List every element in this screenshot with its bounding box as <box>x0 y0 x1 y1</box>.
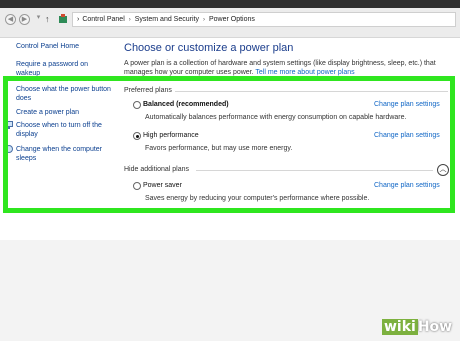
breadcrumb-control-panel[interactable]: Control Panel <box>82 16 124 23</box>
divider <box>196 170 433 171</box>
watermark-wiki: wiki <box>382 319 418 335</box>
plan-name-power-saver[interactable]: Power saver <box>143 182 182 189</box>
power-saver-radio[interactable] <box>133 182 141 190</box>
sidebar-item-create-plan[interactable]: Create a power plan <box>16 108 116 117</box>
preferred-plans-label: Preferred plans <box>124 87 172 94</box>
sleep-icon <box>5 145 13 153</box>
forward-icon[interactable]: ▶ <box>19 14 30 25</box>
sidebar-home-link[interactable]: Control Panel Home <box>16 42 116 51</box>
up-arrow-icon[interactable]: ↑ <box>45 14 50 24</box>
collapse-chevron-icon[interactable]: ︿ <box>437 164 449 176</box>
watermark-how: How <box>417 319 453 335</box>
crumb-separator: › <box>202 16 205 23</box>
wikihow-watermark: wiki How <box>382 319 452 335</box>
high-performance-radio[interactable] <box>133 132 141 140</box>
sidebar-item-turn-off-display[interactable]: Choose when to turn off the display <box>16 121 116 139</box>
balanced-change-settings-link[interactable]: Change plan settings <box>374 101 440 108</box>
intro-learn-more-link[interactable]: Tell me more about power plans <box>255 69 354 76</box>
control-panel-icon <box>59 14 67 23</box>
plan-name-balanced[interactable]: Balanced (recommended) <box>143 101 229 108</box>
breadcrumb-power-options[interactable]: Power Options <box>209 16 255 23</box>
crumb-separator: › <box>128 16 131 23</box>
address-toolbar: ◀ ▶ ▾ ↑ › Control Panel › System and Sec… <box>0 0 460 38</box>
display-icon <box>5 121 13 129</box>
power-saver-change-settings-link[interactable]: Change plan settings <box>374 182 440 189</box>
high-performance-change-settings-link[interactable]: Change plan settings <box>374 132 440 139</box>
sidebar-item-computer-sleeps[interactable]: Change when the computer sleeps <box>16 145 116 163</box>
plan-desc-power-saver: Saves energy by reducing your computer's… <box>145 195 370 202</box>
address-bar[interactable]: › Control Panel › System and Security › … <box>72 12 456 27</box>
divider <box>175 91 448 92</box>
breadcrumb-system-security[interactable]: System and Security <box>135 16 199 23</box>
sidebar-item-power-button[interactable]: Choose what the power button does <box>16 85 116 103</box>
hide-additional-plans-label[interactable]: Hide additional plans <box>124 166 189 173</box>
sidebar-item-require-password[interactable]: Require a password on wakeup <box>16 60 106 78</box>
plan-name-high-performance[interactable]: High performance <box>143 132 199 139</box>
crumb-separator: › <box>77 16 80 23</box>
window-top-strip <box>0 0 460 8</box>
recent-dropdown-icon[interactable]: ▾ <box>33 13 44 24</box>
page-title: Choose or customize a power plan <box>124 42 294 54</box>
back-icon[interactable]: ◀ <box>5 14 16 25</box>
plan-desc-balanced: Automatically balances performance with … <box>145 114 407 121</box>
plan-desc-high-performance: Favors performance, but may use more ene… <box>145 145 293 152</box>
intro-text: A power plan is a collection of hardware… <box>124 59 454 77</box>
balanced-radio[interactable] <box>133 101 141 109</box>
